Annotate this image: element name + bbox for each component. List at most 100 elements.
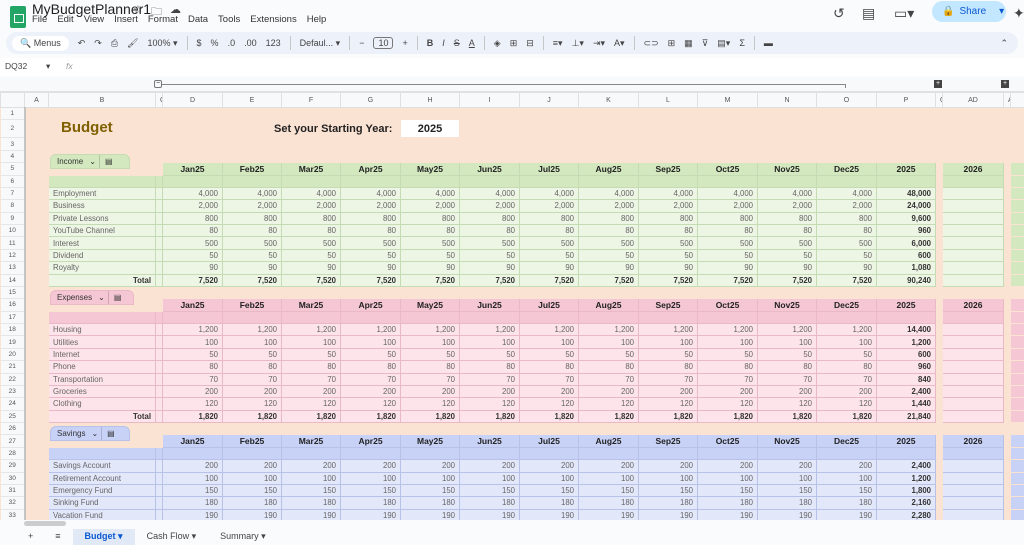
line-item-label[interactable]: Sinking Fund (48, 496, 156, 510)
font-size-increase[interactable]: + (402, 38, 407, 48)
month-header[interactable]: Jul25 (519, 434, 579, 448)
select-all-corner[interactable] (0, 92, 25, 108)
monthly-value[interactable]: 4,000 (281, 186, 341, 201)
row-header[interactable]: 15 (0, 286, 26, 300)
cell[interactable] (758, 138, 817, 150)
cell[interactable] (25, 398, 49, 410)
monthly-total[interactable]: 7,520 (519, 273, 579, 287)
column-header[interactable] (1010, 92, 1024, 108)
sheet-tab-summary[interactable]: Summary ▾ (208, 529, 278, 545)
cell[interactable] (163, 286, 223, 298)
cell[interactable] (155, 335, 163, 349)
cell[interactable] (639, 150, 698, 162)
cell[interactable] (936, 348, 943, 360)
monthly-value[interactable]: 180 (519, 496, 579, 510)
row-header[interactable]: 12 (0, 249, 26, 263)
monthly-total[interactable]: 7,520 (697, 273, 758, 287)
monthly-value[interactable]: 200 (697, 384, 758, 399)
cell[interactable] (155, 360, 163, 374)
cell[interactable] (943, 150, 1004, 162)
monthly-value[interactable]: 70 (816, 372, 877, 386)
sheet-tab-menu-icon[interactable]: ▾ (118, 531, 123, 541)
month-header[interactable]: Oct25 (697, 298, 758, 312)
year-total[interactable]: 21,840 (876, 409, 936, 424)
monthly-value[interactable]: 70 (697, 372, 758, 386)
monthly-value[interactable]: 800 (578, 211, 639, 226)
cell[interactable] (936, 484, 943, 496)
monthly-value[interactable]: 90 (638, 261, 698, 275)
chevron-down-icon[interactable]: ⌄ (91, 429, 101, 438)
monthly-value[interactable]: 100 (281, 471, 341, 485)
cell[interactable] (25, 410, 49, 422)
cell[interactable] (25, 138, 49, 150)
menu-file[interactable]: File (32, 14, 47, 25)
line-item-label[interactable]: Internet (48, 347, 156, 362)
cell[interactable] (1010, 484, 1024, 497)
row-header[interactable]: 7 (0, 187, 26, 201)
monthly-value[interactable]: 50 (757, 347, 817, 362)
cell[interactable] (638, 446, 698, 461)
cell[interactable] (25, 423, 49, 435)
cell[interactable] (698, 286, 758, 298)
cell[interactable] (401, 286, 460, 298)
line-item-label[interactable]: YouTube Channel (48, 223, 156, 238)
cell[interactable] (460, 150, 520, 162)
row-header[interactable]: 5 (0, 162, 26, 176)
cell[interactable] (757, 310, 817, 325)
monthly-value[interactable]: 200 (638, 384, 698, 399)
rotate-icon[interactable]: A▾ (614, 38, 625, 49)
monthly-value[interactable]: 150 (578, 483, 639, 498)
monthly-value[interactable]: 70 (162, 372, 223, 386)
cell[interactable] (25, 262, 49, 274)
monthly-value[interactable]: 100 (281, 335, 341, 349)
monthly-value[interactable]: 800 (222, 211, 282, 226)
monthly-total[interactable]: 7,520 (281, 273, 341, 287)
cell[interactable] (1004, 385, 1011, 397)
row-header[interactable]: 26 (0, 422, 26, 436)
line-item-label[interactable]: Savings Account (48, 459, 156, 473)
cell[interactable] (1004, 324, 1011, 336)
cell[interactable] (1010, 261, 1024, 274)
monthly-value[interactable]: 90 (162, 261, 223, 275)
line-item-label[interactable]: Phone (48, 360, 156, 374)
cell[interactable] (459, 174, 520, 188)
monthly-value[interactable]: 1,200 (757, 322, 817, 337)
monthly-value[interactable]: 50 (340, 347, 401, 362)
monthly-value[interactable]: 50 (281, 248, 341, 263)
monthly-value[interactable]: 90 (816, 261, 877, 275)
cell[interactable] (943, 423, 1004, 435)
column-header[interactable]: B (48, 92, 156, 108)
monthly-value[interactable]: 500 (281, 236, 341, 250)
cell[interactable] (1004, 163, 1011, 175)
cell[interactable] (936, 447, 943, 459)
yearly-total[interactable]: 48,000 (876, 186, 936, 201)
cell[interactable] (1004, 150, 1011, 162)
yearly-total[interactable]: 9,600 (876, 211, 936, 226)
column-header[interactable]: F (281, 92, 341, 108)
monthly-value[interactable]: 2,000 (340, 199, 401, 213)
row-header[interactable]: 19 (0, 335, 26, 349)
cell[interactable] (25, 163, 49, 175)
monthly-value[interactable]: 800 (638, 211, 698, 226)
month-header[interactable]: Jun25 (459, 298, 520, 312)
column-header[interactable]: G (340, 92, 401, 108)
cell[interactable] (817, 150, 877, 162)
cell[interactable] (817, 286, 877, 298)
cell[interactable] (942, 409, 1004, 424)
cell[interactable] (520, 423, 579, 435)
yearly-total[interactable]: 24,000 (876, 199, 936, 213)
cell[interactable] (817, 423, 877, 435)
row-header[interactable]: 16 (0, 298, 26, 312)
cell[interactable] (1010, 509, 1024, 520)
cell[interactable] (639, 423, 698, 435)
cell[interactable] (401, 150, 460, 162)
monthly-value[interactable]: 100 (459, 335, 520, 349)
cell[interactable] (25, 225, 49, 237)
monthly-value[interactable]: 180 (578, 496, 639, 510)
cell[interactable] (1004, 484, 1011, 496)
line-item-label[interactable]: Employment (48, 186, 156, 201)
monthly-value[interactable]: 80 (578, 360, 639, 374)
cell[interactable] (1010, 323, 1024, 336)
cell[interactable] (1004, 175, 1011, 187)
cell[interactable] (1004, 262, 1011, 274)
